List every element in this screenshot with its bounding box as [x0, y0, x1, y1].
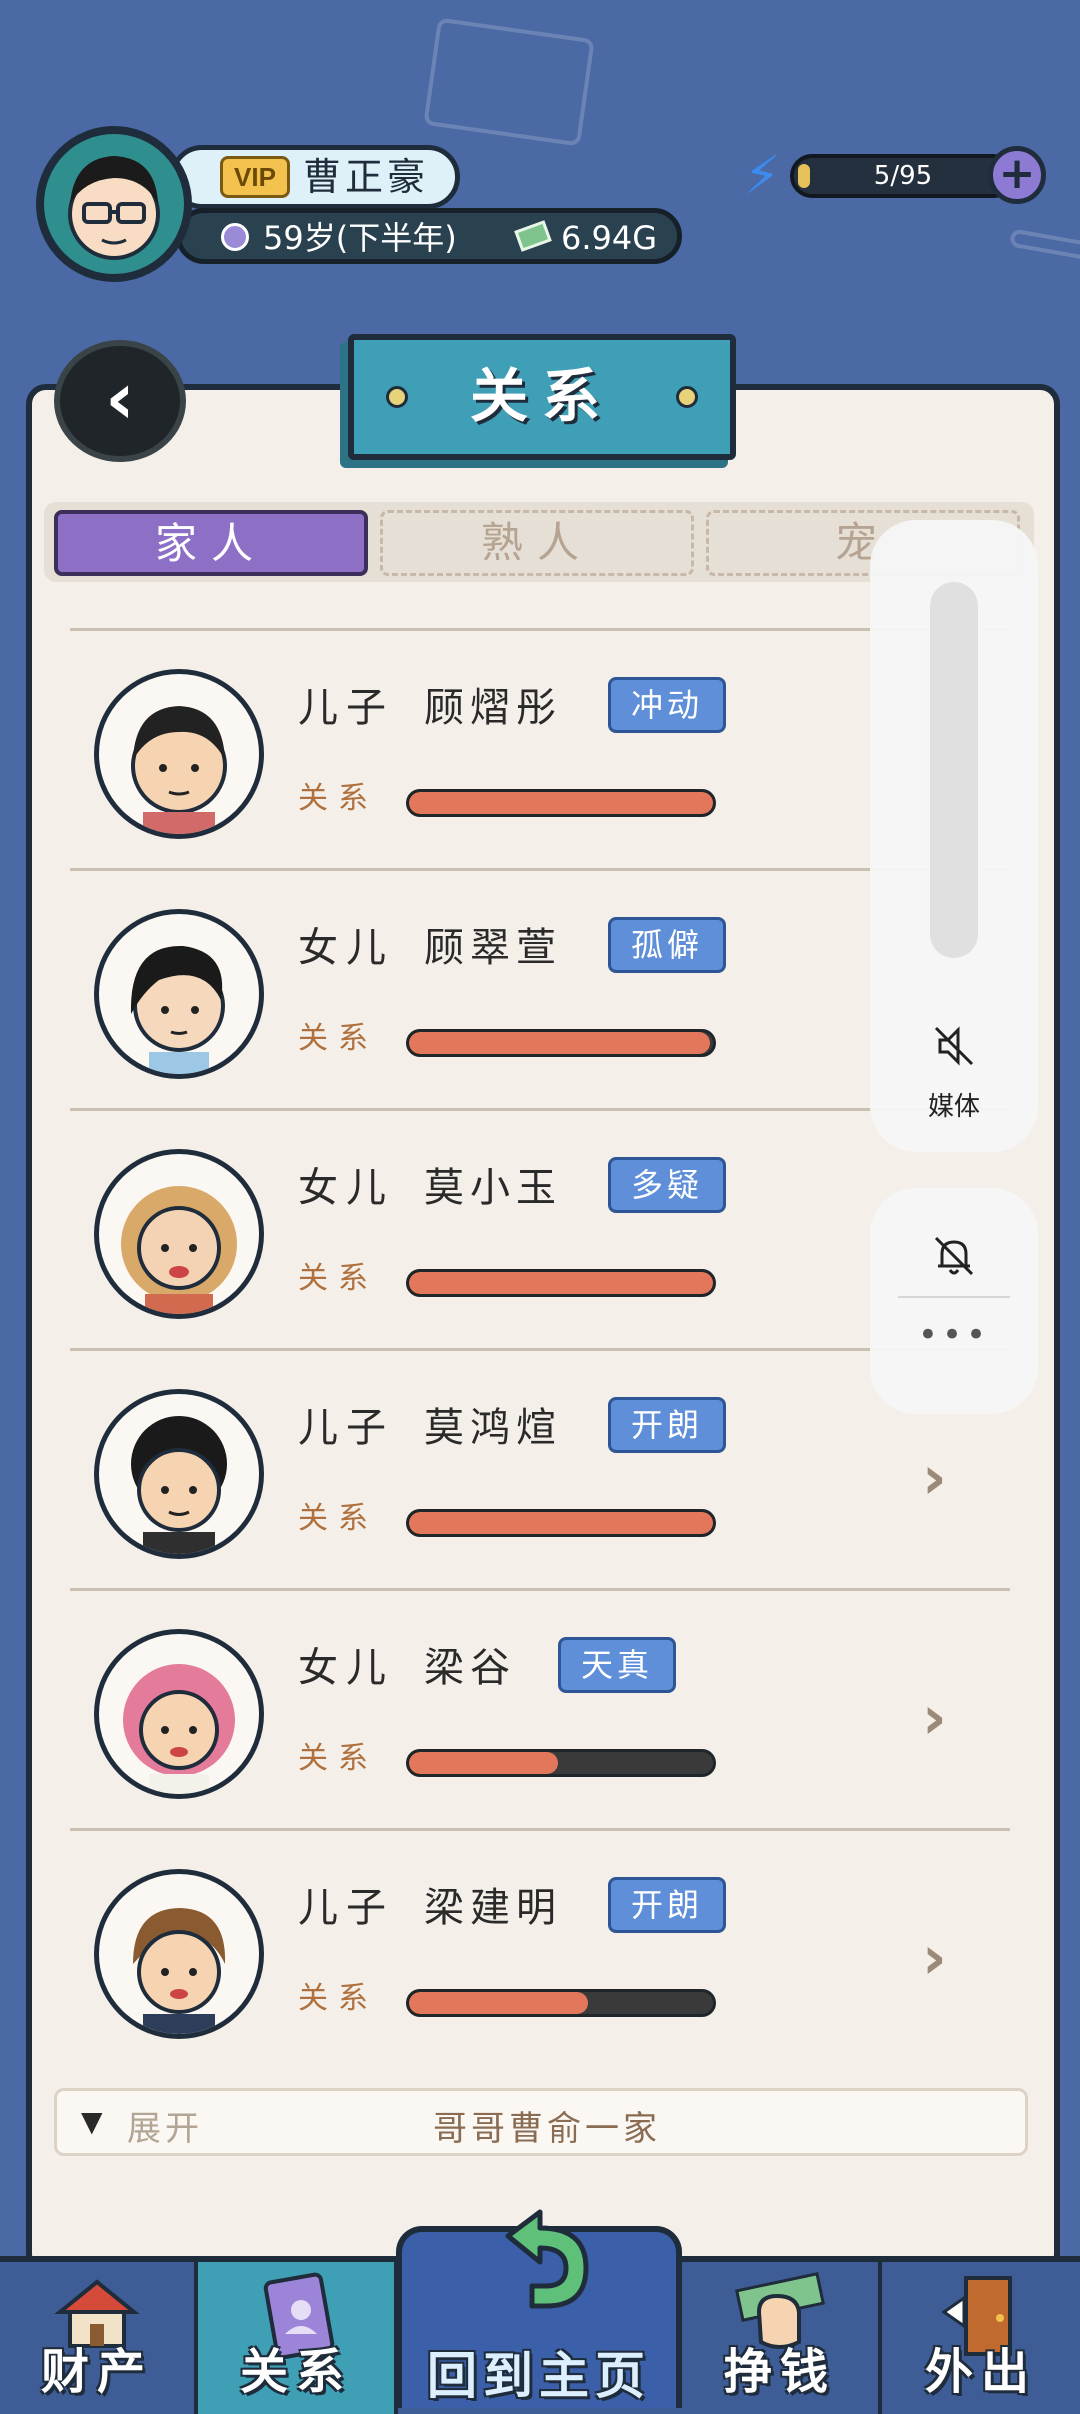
relation-fill — [409, 1512, 713, 1534]
nav-outing[interactable]: 外出 — [882, 2262, 1080, 2414]
avatar — [94, 1629, 264, 1799]
background-doodle-book — [423, 17, 595, 147]
nav-earn[interactable]: 挣钱 — [682, 2262, 882, 2414]
energy-text: 5/95 — [873, 161, 933, 191]
avatar — [94, 669, 264, 839]
relation-fill — [409, 1272, 713, 1294]
nav-earn-label: 挣钱 — [723, 2344, 836, 2400]
return-arrow-icon — [505, 2209, 589, 2309]
divider — [898, 1296, 1010, 1298]
relation-fill — [409, 1992, 589, 2014]
relation-label: 关系 — [298, 781, 378, 816]
relation-label: 关系 — [298, 1741, 378, 1776]
cash-icon — [514, 220, 552, 252]
relation-bar — [406, 1749, 716, 1777]
triangle-down-icon: ▼ — [81, 2105, 103, 2138]
relation-bar — [406, 1029, 716, 1057]
player-avatar[interactable] — [36, 126, 192, 282]
list-item[interactable]: 女儿 莫小玉 多疑 关系 — [70, 1108, 1010, 1351]
lightning-icon: ⚡ — [743, 146, 781, 206]
volume-slider[interactable] — [930, 582, 978, 958]
tab-acquaintances[interactable]: 熟人 — [380, 510, 694, 576]
media-label: 媒体 — [927, 1092, 980, 1122]
nav-relations-label: 关系 — [239, 2344, 352, 2400]
relation-role: 女儿 — [298, 1165, 394, 1211]
relation-fill — [409, 792, 713, 814]
relation-role: 儿子 — [298, 1405, 394, 1451]
list-item[interactable]: 女儿 顾翠萱 孤僻 关系 — [70, 868, 1010, 1111]
title-sign: 关系 — [348, 334, 736, 460]
trait-badge: 孤僻 — [608, 917, 726, 973]
chevron-left-icon: ‹ — [105, 356, 135, 440]
relation-label: 关系 — [298, 1501, 378, 1536]
chevron-right-icon[interactable]: › — [922, 1443, 947, 1513]
back-button[interactable]: ‹ — [54, 340, 186, 462]
player-info-bar: 59岁(下半年) 6.94G — [176, 208, 682, 264]
add-energy-button[interactable]: + — [988, 146, 1046, 204]
relation-role: 儿子 — [298, 685, 394, 731]
relation-role: 儿子 — [298, 1885, 394, 1931]
avatar — [94, 1869, 264, 2039]
relation-fill — [409, 1032, 710, 1054]
list-item[interactable]: 女儿 梁谷 天真 关系 › — [70, 1588, 1010, 1831]
trait-badge: 开朗 — [608, 1397, 726, 1453]
player-name-pill: VIP 曹正豪 — [170, 145, 460, 209]
player-name: 曹正豪 — [303, 155, 430, 199]
relation-name: 梁建明 — [424, 1885, 562, 1931]
relation-label: 关系 — [298, 1021, 378, 1056]
expand-group-title: 哥哥曹俞一家 — [433, 2109, 661, 2149]
vip-badge[interactable]: VIP — [220, 156, 290, 198]
energy-bar: 5/95 — [790, 154, 1016, 198]
list-item[interactable]: 儿子 顾熠彤 冲动 关系 — [70, 628, 1010, 871]
trait-badge: 天真 — [558, 1637, 676, 1693]
nav-assets-label: 财产 — [40, 2344, 153, 2400]
relation-name: 顾熠彤 — [424, 685, 562, 731]
relation-bar — [406, 1509, 716, 1537]
background-doodle-pencil — [1009, 228, 1080, 262]
relation-name: 顾翠萱 — [424, 925, 562, 971]
avatar — [94, 1389, 264, 1559]
trait-badge: 开朗 — [608, 1877, 726, 1933]
list-item[interactable]: 儿子 莫鸿煊 开朗 关系 › — [70, 1348, 1010, 1591]
avatar — [94, 1149, 264, 1319]
nav-outing-label: 外出 — [924, 2344, 1037, 2400]
relation-role: 女儿 — [298, 1645, 394, 1691]
nav-relations[interactable]: 关系 — [198, 2262, 398, 2414]
expand-group-bar[interactable]: ▼ 展开 哥哥曹俞一家 — [54, 2088, 1028, 2156]
trait-badge: 冲动 — [608, 677, 726, 733]
page-title: 关系 — [469, 362, 614, 430]
home-button-label: 回到主页 — [427, 2346, 651, 2405]
more-options-icon[interactable]: ••• — [870, 1318, 1038, 1352]
avatar — [94, 909, 264, 1079]
relation-label: 关系 — [298, 1981, 378, 2016]
relation-role: 女儿 — [298, 925, 394, 971]
bell-muted-icon[interactable] — [926, 1228, 982, 1284]
relation-bar — [406, 789, 716, 817]
nav-assets[interactable]: 财产 — [0, 2262, 198, 2414]
chevron-right-icon[interactable]: › — [922, 1923, 947, 1993]
expand-label: 展开 — [127, 2109, 203, 2149]
speaker-muted-icon[interactable] — [926, 1018, 982, 1074]
relation-name: 梁谷 — [424, 1645, 516, 1691]
home-button[interactable]: 回到主页 — [396, 2209, 682, 2408]
clock-icon — [221, 223, 249, 251]
chevron-right-icon[interactable]: › — [922, 1683, 947, 1753]
relation-name: 莫小玉 — [424, 1165, 562, 1211]
list-item[interactable]: 儿子 梁建明 开朗 关系 › — [70, 1828, 1010, 2071]
volume-panel: 媒体 — [870, 520, 1038, 1152]
relation-label: 关系 — [298, 1261, 378, 1296]
relation-name: 莫鸿煊 — [424, 1405, 562, 1451]
relation-bar — [406, 1269, 716, 1297]
trait-badge: 多疑 — [608, 1157, 726, 1213]
tab-family[interactable]: 家人 — [54, 510, 368, 576]
relation-fill — [409, 1752, 558, 1774]
ringer-panel: ••• — [870, 1188, 1038, 1414]
player-money: 6.94G — [561, 219, 658, 257]
player-age: 59岁(下半年) — [263, 219, 457, 257]
relation-bar — [406, 1989, 716, 2017]
